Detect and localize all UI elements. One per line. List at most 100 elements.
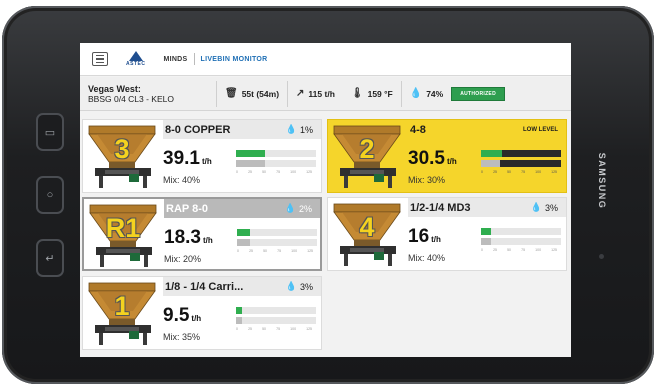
- actual-bar: [236, 160, 316, 167]
- actual-bar-fill: [236, 160, 265, 167]
- droplet-icon: 💧: [409, 88, 423, 99]
- bin-card-1[interactable]: 1 1/8 - 1/4 Carri... 💧 3% 9.5 t/h Mix: 35…: [82, 276, 322, 350]
- temperature-metric: 🌡 159 °F: [350, 88, 393, 99]
- droplet-icon: 💧: [285, 124, 297, 134]
- bin-mix: Mix: 35%: [163, 332, 201, 342]
- bin-mix: Mix: 40%: [163, 175, 201, 185]
- home-button[interactable]: ○: [36, 176, 64, 214]
- bin-number: 4: [359, 212, 375, 242]
- bin-rate-gauge: 0 25 50 75 100 125: [481, 228, 561, 252]
- gauge-tick-label: 50: [262, 327, 267, 331]
- bin-rate: 30.5 t/h: [408, 148, 457, 169]
- bin-rate-gauge: 0 25 50 75 100 125: [481, 150, 561, 174]
- authorized-badge: AUTHORIZED: [451, 86, 505, 101]
- target-bar-fill: [237, 229, 250, 236]
- bin-number: 1: [114, 291, 130, 321]
- sensor-dot: [599, 254, 604, 259]
- gauge-tick-label: 100: [290, 327, 297, 331]
- actual-bar-fill: [481, 238, 492, 245]
- nav-link-minds[interactable]: MINDS: [163, 56, 187, 63]
- target-bar-fill: [236, 150, 265, 157]
- gauge-ticks: 0 25 50 75 100 125: [236, 327, 316, 331]
- bin-header: 8-0 COPPER 💧 1%: [163, 120, 321, 139]
- bin-rate: 39.1 t/h: [163, 148, 212, 169]
- status-label: LOW LEVEL: [523, 126, 558, 133]
- bin-card-3[interactable]: 3 8-0 COPPER 💧 1% 39.1 t/h Mix: 40% 0 25 50…: [82, 119, 322, 193]
- bin-mix: Mix: 40%: [408, 253, 446, 263]
- bin-card-4[interactable]: 4 1/2-1/4 MD3 💧 3% 16 t/h Mix: 40% 0 25 50 7…: [327, 197, 567, 271]
- gauge-tick-label: 75: [276, 327, 281, 331]
- target-bar-fill: [481, 150, 502, 157]
- astec-logo-icon: [128, 51, 143, 61]
- gauge-tick-label: 125: [306, 170, 312, 174]
- hopper-image: 4: [332, 202, 402, 268]
- thermometer-icon: 🌡: [350, 88, 364, 99]
- gauge-tick-label: 100: [290, 170, 297, 174]
- actual-bar: [236, 317, 316, 324]
- moisture-metric: 💧 74%: [409, 88, 444, 99]
- silo-metric: 🗑 55t (54m): [225, 88, 280, 99]
- gauge-tick-label: 25: [249, 249, 253, 253]
- bin-card-2[interactable]: 2 4-8 LOW LEVEL 30.5 t/h Mix: 30% 0 25 50 7…: [327, 119, 567, 193]
- gauge-tick-label: 25: [493, 170, 497, 174]
- rate-metric: ↗ 115 t/h: [296, 88, 335, 99]
- bin-header: 4-8 LOW LEVEL: [408, 120, 566, 139]
- hopper-image: 3: [87, 124, 157, 190]
- gauge-tick-label: 75: [521, 170, 526, 174]
- bin-material-name: 8-0 COPPER: [165, 123, 231, 136]
- hamburger-menu-icon[interactable]: [92, 52, 108, 66]
- back-button[interactable]: ↵: [36, 239, 64, 277]
- droplet-icon: 💧: [285, 281, 297, 291]
- silo-icon: 🗑: [225, 88, 238, 99]
- target-bar-fill: [481, 228, 492, 235]
- gauge-tick-label: 0: [236, 327, 238, 331]
- actual-bar-fill: [237, 239, 250, 246]
- gauge-tick-label: 0: [481, 170, 483, 174]
- bin-header: RAP 8-0 💧 2%: [164, 199, 320, 218]
- gauge-tick-label: 50: [262, 170, 267, 174]
- target-bar: [237, 229, 317, 236]
- bin-moisture: 💧 3%: [530, 202, 558, 213]
- gauge-tick-label: 125: [307, 249, 313, 253]
- gauge-ticks: 0 25 50 75 100 125: [236, 170, 316, 174]
- gauge-ticks: 0 25 50 75 100 125: [481, 248, 561, 252]
- astec-logo: ASTEC: [126, 51, 145, 67]
- target-bar: [236, 150, 316, 157]
- gauge-ticks: 0 25 50 75 100 125: [237, 249, 317, 253]
- target-bar: [236, 307, 316, 314]
- actual-bar: [481, 238, 561, 245]
- top-navigation: ASTEC MINDS LIVEBIN MONITOR: [80, 43, 571, 76]
- bin-number: 2: [359, 134, 375, 164]
- gauge-tick-label: 50: [507, 248, 512, 252]
- bin-rate: 18.3 t/h: [164, 227, 213, 248]
- bin-header: 1/8 - 1/4 Carri... 💧 3%: [163, 277, 321, 296]
- bin-material-name: 4-8: [410, 123, 426, 136]
- plant-name: Vegas West: BBSG 0/4 CL3 - KELO: [88, 83, 174, 104]
- recent-apps-button[interactable]: ▭: [36, 113, 64, 151]
- device-brand: SAMSUNG: [597, 152, 607, 210]
- gauge-tick-label: 100: [291, 249, 298, 253]
- nav-link-livebin-monitor[interactable]: LIVEBIN MONITOR: [201, 56, 268, 63]
- gauge-tick-label: 50: [507, 170, 512, 174]
- gauge-tick-label: 25: [248, 170, 252, 174]
- gauge-tick-label: 75: [276, 170, 281, 174]
- bin-material-name: 1/2-1/4 MD3: [410, 201, 471, 214]
- bin-rate: 9.5 t/h: [163, 305, 202, 326]
- actual-bar-fill: [481, 160, 501, 167]
- trend-line-icon: ↗: [296, 88, 305, 99]
- bin-material-name: 1/8 - 1/4 Carri...: [165, 280, 244, 293]
- hopper-image: 2: [332, 124, 402, 190]
- app-screen: ASTEC MINDS LIVEBIN MONITOR Vegas West: …: [80, 43, 571, 357]
- gauge-tick-label: 125: [551, 248, 557, 252]
- bin-rate-gauge: 0 25 50 75 100 125: [236, 307, 316, 331]
- bin-rate-gauge: 0 25 50 75 100 125: [236, 150, 316, 174]
- target-bar: [481, 150, 561, 157]
- bin-card-r1[interactable]: R1 RAP 8-0 💧 2% 18.3 t/h Mix: 20% 0 25 50 75…: [82, 197, 322, 271]
- bin-number: 3: [114, 134, 130, 164]
- bin-moisture: 💧 1%: [285, 124, 313, 135]
- gauge-tick-label: 100: [535, 170, 542, 174]
- target-bar: [481, 228, 561, 235]
- gauge-tick-label: 125: [306, 327, 312, 331]
- droplet-icon: 💧: [284, 203, 296, 213]
- actual-bar: [237, 239, 317, 246]
